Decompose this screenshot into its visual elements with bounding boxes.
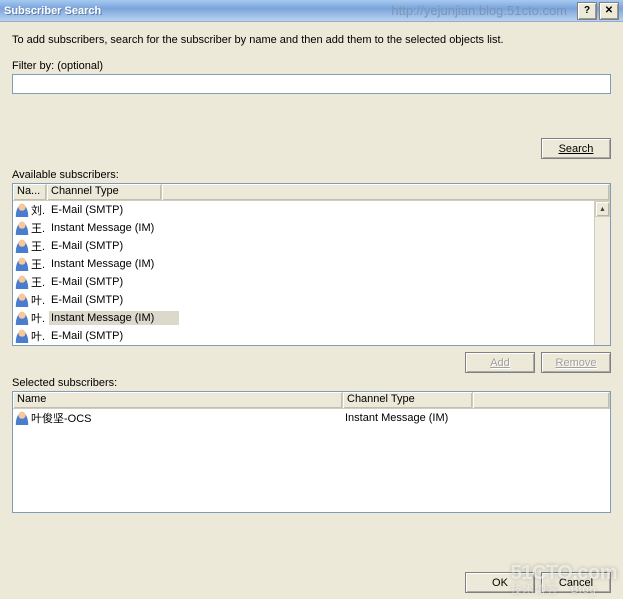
person-icon — [15, 221, 29, 235]
table-row[interactable]: 叶.E-Mail (SMTP) — [13, 291, 610, 309]
cell-channel: Instant Message (IM) — [345, 412, 475, 424]
close-button[interactable]: ✕ — [599, 2, 619, 20]
description-text: To add subscribers, search for the subsc… — [12, 34, 611, 46]
remove-button[interactable]: Remove — [541, 352, 611, 373]
available-list[interactable]: Na... Channel Type 刘.E-Mail (SMTP)王.Inst… — [12, 183, 611, 346]
person-icon — [15, 257, 29, 271]
cell-name: 叶俊坚-OCS — [31, 410, 345, 426]
col-channel[interactable]: Channel Type — [343, 392, 473, 408]
cell-channel: Instant Message (IM) — [49, 311, 179, 325]
person-icon — [15, 203, 29, 217]
cell-channel: E-Mail (SMTP) — [49, 203, 179, 217]
person-icon — [15, 411, 29, 425]
person-icon — [15, 239, 29, 253]
person-icon — [15, 275, 29, 289]
selected-list[interactable]: Name Channel Type 叶俊坚-OCSInstant Message… — [12, 391, 611, 513]
cell-name: 王. — [31, 256, 49, 272]
add-button[interactable]: Add — [465, 352, 535, 373]
cell-channel: E-Mail (SMTP) — [49, 293, 179, 307]
watermark-url: http://yejunjian.blog.51cto.com — [391, 3, 567, 18]
search-button[interactable]: Search — [541, 138, 611, 159]
scrollbar[interactable]: ▲ — [594, 201, 610, 345]
cell-name: 王. — [31, 274, 49, 290]
table-row[interactable]: 刘.E-Mail (SMTP) — [13, 201, 610, 219]
person-icon — [15, 293, 29, 307]
available-label: Available subscribers: — [12, 169, 611, 181]
cell-channel: E-Mail (SMTP) — [49, 239, 179, 253]
title-bar: Subscriber Search http://yejunjian.blog.… — [0, 0, 623, 22]
selected-header: Name Channel Type — [13, 392, 610, 409]
available-header: Na... Channel Type — [13, 184, 610, 201]
help-button[interactable]: ? — [577, 2, 597, 20]
col-channel[interactable]: Channel Type — [47, 184, 162, 200]
cell-name: 王. — [31, 220, 49, 236]
cancel-button[interactable]: Cancel — [541, 572, 611, 593]
table-row[interactable]: 叶.E-Mail (SMTP) — [13, 327, 610, 345]
cell-name: 叶. — [31, 292, 49, 308]
cell-name: 叶. — [31, 310, 49, 326]
table-row[interactable]: 王.E-Mail (SMTP) — [13, 273, 610, 291]
cell-channel: E-Mail (SMTP) — [49, 275, 179, 289]
person-icon — [15, 329, 29, 343]
cell-name: 王. — [31, 238, 49, 254]
filter-label: Filter by: (optional) — [12, 60, 611, 72]
table-row[interactable]: 叶俊坚-OCSInstant Message (IM) — [13, 409, 610, 427]
table-row[interactable]: 王.Instant Message (IM) — [13, 219, 610, 237]
table-row[interactable]: 王.Instant Message (IM) — [13, 255, 610, 273]
col-spacer — [473, 392, 610, 408]
selected-label: Selected subscribers: — [12, 377, 611, 389]
filter-input[interactable] — [12, 74, 611, 94]
col-name[interactable]: Na... — [13, 184, 47, 200]
window-title: Subscriber Search — [4, 5, 391, 17]
cell-name: 刘. — [31, 202, 49, 218]
scroll-up-icon[interactable]: ▲ — [595, 201, 610, 217]
table-row[interactable]: 王.E-Mail (SMTP) — [13, 237, 610, 255]
table-row[interactable]: 叶.Instant Message (IM) — [13, 309, 610, 327]
cell-channel: Instant Message (IM) — [49, 257, 179, 271]
col-name[interactable]: Name — [13, 392, 343, 408]
cell-channel: Instant Message (IM) — [49, 221, 179, 235]
ok-button[interactable]: OK — [465, 572, 535, 593]
cell-name: 叶. — [31, 328, 49, 344]
col-spacer — [162, 184, 610, 200]
person-icon — [15, 311, 29, 325]
cell-channel: E-Mail (SMTP) — [49, 329, 179, 343]
